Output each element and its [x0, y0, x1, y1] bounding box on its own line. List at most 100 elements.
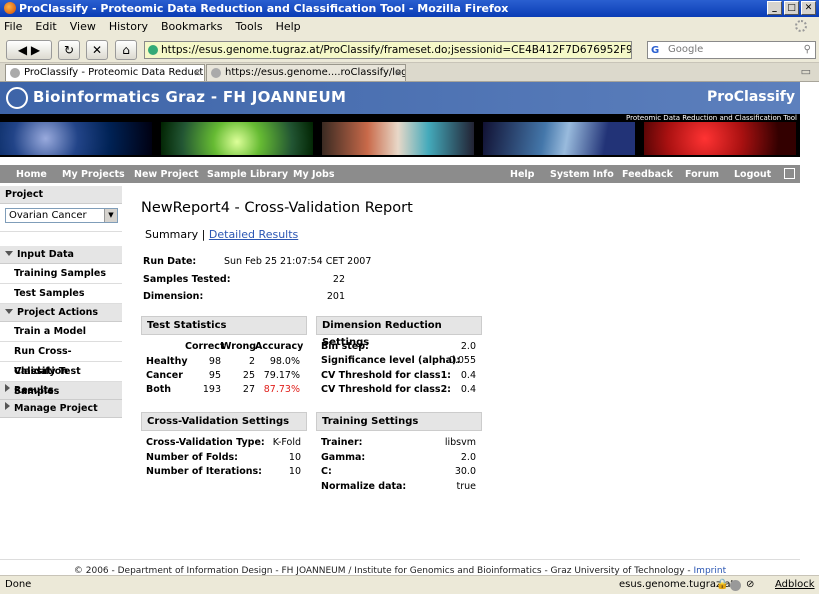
expanded-arrow-icon [5, 251, 13, 256]
sidebar-manage-label: Manage Project [14, 403, 98, 414]
sidebar-item-run-cv[interactable]: Run Cross-Validation [0, 342, 122, 377]
window-titlebar: ProClassify - Proteomic Data Reduction a… [0, 0, 819, 17]
nav-forum[interactable]: Forum [685, 169, 719, 180]
sidebar-item-classify[interactable]: Classify Test Samples [0, 362, 122, 397]
project-select[interactable]: Ovarian Cancer ▼ [5, 208, 118, 223]
cv-type-label: Cross-Validation Type: [146, 437, 265, 448]
cell-both-wrong: 27 [242, 384, 255, 395]
tab-login[interactable]: https://esus.genome....roClassify/login.… [206, 64, 406, 81]
gamma-value: 2.0 [460, 452, 476, 463]
sidebar: Project Ovarian Cancer ▼ Input Data Trai… [0, 186, 122, 418]
detailed-results-link[interactable]: Detailed Results [209, 228, 298, 241]
minimize-button[interactable]: _ [767, 1, 782, 15]
tab-bar: ProClassify - Proteomic Data Reduction a… [0, 63, 819, 82]
menu-tools[interactable]: Tools [235, 20, 262, 33]
sidebar-project-actions[interactable]: Project Actions [0, 304, 122, 322]
dimension-value: 201 [326, 291, 345, 302]
product-subtitle: Proteomic Data Reduction and Classificat… [0, 114, 800, 122]
sidebar-item-train-model[interactable]: Train a Model [0, 322, 122, 342]
back-forward-button[interactable]: ◀ ▶ [6, 40, 52, 60]
trainer-value: libsvm [444, 437, 476, 448]
nav-logout[interactable]: Logout [734, 169, 771, 180]
tab-favicon [10, 68, 20, 78]
search-icon[interactable]: ⚲ [804, 42, 811, 58]
logo-icon [6, 87, 28, 109]
summary-label: Summary [145, 228, 199, 241]
protein-image [644, 122, 796, 155]
expand-icon[interactable] [784, 168, 795, 179]
search-placeholder: Google [668, 44, 704, 55]
nav-my-jobs[interactable]: My Jobs [293, 169, 334, 180]
fiber-optics-image [0, 122, 152, 155]
cv-settings-header: Cross-Validation Settings [141, 412, 307, 431]
sidebar-manage-project[interactable]: Manage Project [0, 400, 122, 418]
menu-file[interactable]: File [4, 20, 22, 33]
new-tab-icon[interactable]: ▭ [801, 65, 811, 78]
iterations-value: 10 [288, 466, 301, 477]
noscript-icon[interactable]: ⊘ [746, 576, 754, 594]
site-favicon [148, 45, 158, 55]
nav-sample-library[interactable]: Sample Library [207, 169, 288, 180]
org-name: Bioinformatics Graz - FH JOANNEUM [33, 88, 347, 106]
tab-label: ProClassify - Proteomic Data Reduction a… [24, 67, 204, 78]
cell-healthy-correct: 98 [208, 356, 221, 367]
folds-label: Number of Folds: [146, 452, 238, 463]
significance-value: 0.055 [448, 355, 476, 366]
trainer-label: Trainer: [321, 437, 363, 448]
site-banner: Bioinformatics Graz - FH JOANNEUM ProCla… [0, 82, 800, 114]
close-window-button[interactable]: ✕ [801, 1, 816, 15]
cell-both-correct: 193 [202, 384, 221, 395]
search-input[interactable]: G Google ⚲ [647, 41, 816, 59]
menu-help[interactable]: Help [276, 20, 301, 33]
test-statistics-header: Test Statistics [141, 316, 307, 335]
close-tab-icon[interactable]: ✕ [193, 66, 201, 81]
throbber-icon [795, 20, 807, 32]
reload-icon[interactable]: ↻ [58, 40, 80, 60]
nav-feedback[interactable]: Feedback [622, 169, 673, 180]
link-separator: | [201, 228, 206, 241]
banner-photos [0, 122, 800, 157]
circuit-board-image [483, 122, 635, 155]
url-bar[interactable]: https://esus.genome.tugraz.at/ProClassif… [144, 41, 632, 59]
sidebar-item-training-samples[interactable]: Training Samples [0, 264, 122, 284]
maximize-button[interactable]: □ [784, 1, 799, 15]
menu-view[interactable]: View [70, 20, 96, 33]
row-label-healthy: Healthy [146, 356, 188, 367]
page-title: NewReport4 - Cross-Validation Report [141, 200, 413, 216]
cell-healthy-wrong: 2 [248, 356, 255, 367]
cell-both-accuracy: 87.73% [263, 384, 300, 395]
cell-cancer-accuracy: 79.17% [263, 370, 300, 381]
cv-settings-table: Cross-Validation Type: K-Fold Number of … [141, 437, 307, 482]
nav-my-projects[interactable]: My Projects [62, 169, 125, 180]
nav-home[interactable]: Home [16, 169, 47, 180]
sidebar-input-data[interactable]: Input Data [0, 246, 122, 264]
nav-help[interactable]: Help [510, 169, 534, 180]
google-icon: G [651, 45, 660, 56]
close-tab-icon[interactable]: ✕ [394, 66, 402, 81]
lock-icon: 🔒 [716, 579, 729, 590]
training-settings-header: Training Settings [316, 412, 482, 431]
collapsed-arrow-icon [5, 384, 10, 392]
nav-new-project[interactable]: New Project [134, 169, 199, 180]
adblock-button[interactable]: Adblock [775, 576, 815, 594]
folds-value: 10 [288, 452, 301, 463]
nav-system-info[interactable]: System Info [550, 169, 614, 180]
row-label-both: Both [146, 384, 172, 395]
sidebar-project-header: Project [0, 186, 122, 204]
project-select-value: Ovarian Cancer [9, 210, 87, 221]
chevron-down-icon[interactable]: ▼ [104, 209, 117, 222]
c-value: 30.0 [454, 466, 476, 477]
stop-icon[interactable]: ✕ [86, 40, 108, 60]
sidebar-item-test-samples[interactable]: Test Samples [0, 284, 122, 304]
home-icon[interactable]: ⌂ [115, 40, 137, 60]
sidebar-results[interactable]: Results [0, 382, 122, 400]
tab-proclassify[interactable]: ProClassify - Proteomic Data Reduction a… [5, 64, 205, 81]
dimension-reduction-table: Bin step: 2.0 Significance level (alpha)… [316, 341, 482, 401]
menu-edit[interactable]: Edit [35, 20, 56, 33]
tab-favicon [211, 68, 221, 78]
menu-history[interactable]: History [109, 20, 148, 33]
collapsed-arrow-icon [5, 402, 10, 410]
sidebar-project-actions-label: Project Actions [17, 307, 99, 318]
col-header-wrong: Wrong [221, 341, 257, 352]
menu-bookmarks[interactable]: Bookmarks [161, 20, 222, 33]
